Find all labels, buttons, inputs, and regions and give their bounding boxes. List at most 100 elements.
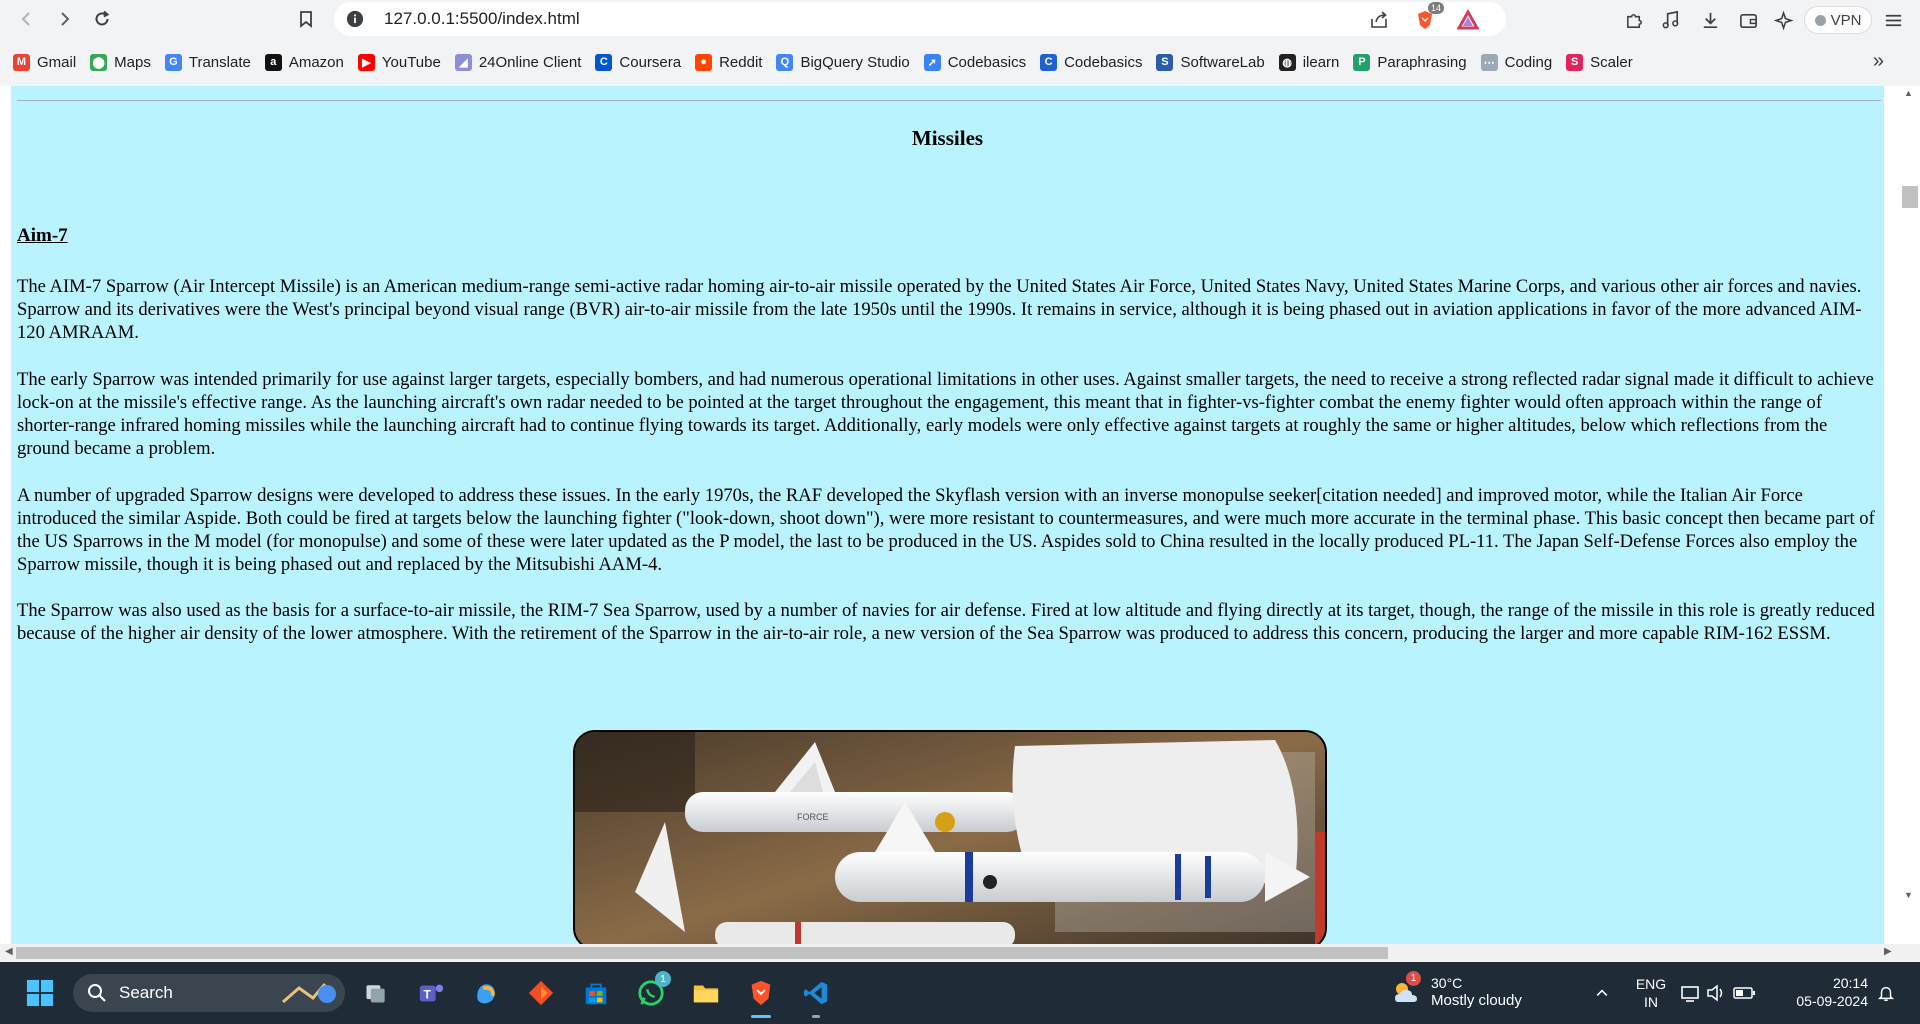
copilot-icon (477, 984, 495, 1004)
bookmark-translate[interactable]: G Translate (158, 48, 258, 76)
bookmark-codebasics-rocket[interactable]: ➚ Codebasics (917, 48, 1033, 76)
clock[interactable]: 20:14 05-09-2024 (1786, 974, 1868, 1010)
vpn-status-icon (1814, 14, 1826, 26)
bookmark-24online[interactable]: ◢ 24Online Client (448, 48, 589, 76)
battery-icon (1733, 987, 1755, 999)
brave-rewards-button[interactable] (1455, 7, 1481, 33)
copilot-app[interactable] (468, 975, 504, 1011)
horizontal-scroll-thumb[interactable] (16, 947, 1388, 959)
microsoft-store-app[interactable] (578, 975, 614, 1011)
paragraph-4: The Sparrow was also used as the basis f… (17, 600, 1875, 644)
bookmark-softwarelab[interactable]: S SoftwareLab (1149, 48, 1271, 76)
language-indicator[interactable]: ENG IN (1634, 975, 1668, 1011)
codebasics-icon: C (1040, 53, 1058, 71)
bookmark-label: Coding (1504, 53, 1553, 71)
share-icon (1371, 11, 1387, 28)
share-button[interactable] (1366, 7, 1392, 33)
bigquery-icon: Q (776, 53, 794, 71)
bookmark-codebasics[interactable]: C Codebasics (1033, 48, 1149, 76)
folder-icon (693, 985, 719, 1003)
search-highlight-icon (282, 983, 336, 1004)
downloads-button[interactable] (1697, 7, 1723, 33)
weather-temperature: 30°C (1431, 975, 1463, 991)
vertical-scroll-thumb[interactable] (1902, 186, 1918, 208)
coursera-icon: C (595, 53, 613, 71)
extensions-button[interactable] (1621, 7, 1647, 33)
bookmark-page-button[interactable] (292, 5, 320, 33)
horizontal-scrollbar[interactable]: ◀ ▶ (0, 944, 1920, 962)
reload-button[interactable] (88, 5, 116, 33)
scroll-right-arrow-icon[interactable]: ▶ (1884, 946, 1892, 957)
main-menu-button[interactable] (1880, 7, 1906, 33)
paragraph-2: The early Sparrow was intended primarily… (17, 369, 1874, 459)
site-info-icon[interactable] (344, 8, 366, 30)
scroll-up-arrow-icon[interactable]: ▲ (1904, 88, 1913, 98)
bookmark-reddit[interactable]: ● Reddit (688, 48, 769, 76)
clock-time: 20:14 (1832, 975, 1868, 991)
bookmark-ilearn[interactable]: ◍ ilearn (1272, 48, 1347, 76)
clock-date: 05-09-2024 (1796, 993, 1868, 1009)
scroll-left-arrow-icon[interactable]: ◀ (5, 946, 13, 957)
vpn-button[interactable]: VPN (1804, 6, 1872, 34)
media-button[interactable] (1657, 7, 1683, 33)
page-title: Missiles (911, 126, 984, 150)
puzzle-icon (1626, 13, 1642, 28)
bookmark-amazon[interactable]: a Amazon (258, 48, 351, 76)
bookmark-maps[interactable]: ⬤ Maps (83, 48, 158, 76)
teams-app[interactable]: T (413, 975, 449, 1011)
address-bar[interactable]: 127.0.0.1:5500/index.html (334, 2, 1506, 36)
bookmarks-bar: M Gmail ⬤ Maps G Translate a Amazon ▶ YouTube ◢ 24O… (0, 48, 1920, 76)
start-button[interactable] (22, 975, 58, 1011)
teams-icon: T (419, 984, 444, 1002)
task-view-button[interactable] (358, 975, 394, 1011)
whatsapp-app[interactable]: 1 (633, 971, 671, 1011)
maps-icon: ⬤ (90, 53, 108, 71)
app-diamond[interactable] (523, 975, 559, 1011)
hamburger-menu-icon (1885, 14, 1901, 26)
notifications-button[interactable] (1868, 975, 1904, 1011)
taskbar-search[interactable]: Search (73, 974, 345, 1012)
vscode-app[interactable] (798, 975, 834, 1018)
bookmark-bigquery[interactable]: Q BigQuery Studio (769, 48, 916, 76)
weather-alert-badge: 1 (1406, 971, 1421, 986)
bookmark-label: YouTube (381, 53, 441, 71)
bookmark-label: Reddit (719, 53, 763, 71)
paragraph-3: A number of upgraded Sparrow designs wer… (17, 485, 1875, 575)
horizontal-rule (17, 100, 1881, 101)
back-button[interactable] (13, 5, 41, 33)
search-icon (88, 984, 106, 1002)
bookmark-gmail[interactable]: M Gmail (6, 48, 83, 76)
bookmark-coursera[interactable]: C Coursera (588, 48, 688, 76)
bell-icon (1877, 986, 1895, 1001)
weather-text[interactable]: 30°C Mostly cloudy (1431, 974, 1522, 1010)
music-note-icon (1662, 10, 1678, 28)
bookmark-paraphrasing[interactable]: P Paraphrasing (1346, 48, 1473, 76)
bookmark-coding[interactable]: ⋯ Coding (1474, 48, 1560, 76)
bookmark-youtube[interactable]: ▶ YouTube (351, 48, 448, 76)
wallet-icon (1739, 13, 1757, 28)
weather-widget-icon[interactable]: 1 (1388, 971, 1424, 1011)
bookmark-label: Maps (114, 53, 151, 71)
scroll-down-arrow-icon[interactable]: ▼ (1904, 890, 1913, 900)
vertical-scrollbar[interactable]: ▲ ▼ (1884, 86, 1920, 944)
leo-ai-button[interactable] (1771, 7, 1797, 33)
missile-photo: FORCE (573, 730, 1327, 944)
bookmarks-overflow-chevron-icon[interactable]: » (1873, 50, 1884, 73)
show-hidden-icons-button[interactable] (1584, 975, 1620, 1011)
bookmark-label: ilearn (1302, 53, 1340, 71)
wallet-button[interactable] (1735, 7, 1761, 33)
language-code: ENG (1635, 976, 1667, 992)
paraphrasing-icon: P (1353, 53, 1371, 71)
system-status-area[interactable] (1676, 975, 1760, 1011)
forward-button[interactable] (50, 5, 78, 33)
bookmark-scaler[interactable]: S Scaler (1559, 48, 1640, 76)
file-explorer-app[interactable] (688, 975, 724, 1011)
svg-text:FORCE: FORCE (797, 812, 829, 822)
brave-browser-app[interactable] (743, 975, 779, 1018)
url-text[interactable]: 127.0.0.1:5500/index.html (384, 9, 580, 29)
coding-icon: ⋯ (1480, 53, 1498, 71)
rewards-triangle-icon (1457, 9, 1479, 30)
chevron-up-icon (1596, 989, 1608, 996)
brave-shields-button[interactable]: 14 (1412, 2, 1444, 33)
youtube-icon: ▶ (357, 53, 375, 71)
